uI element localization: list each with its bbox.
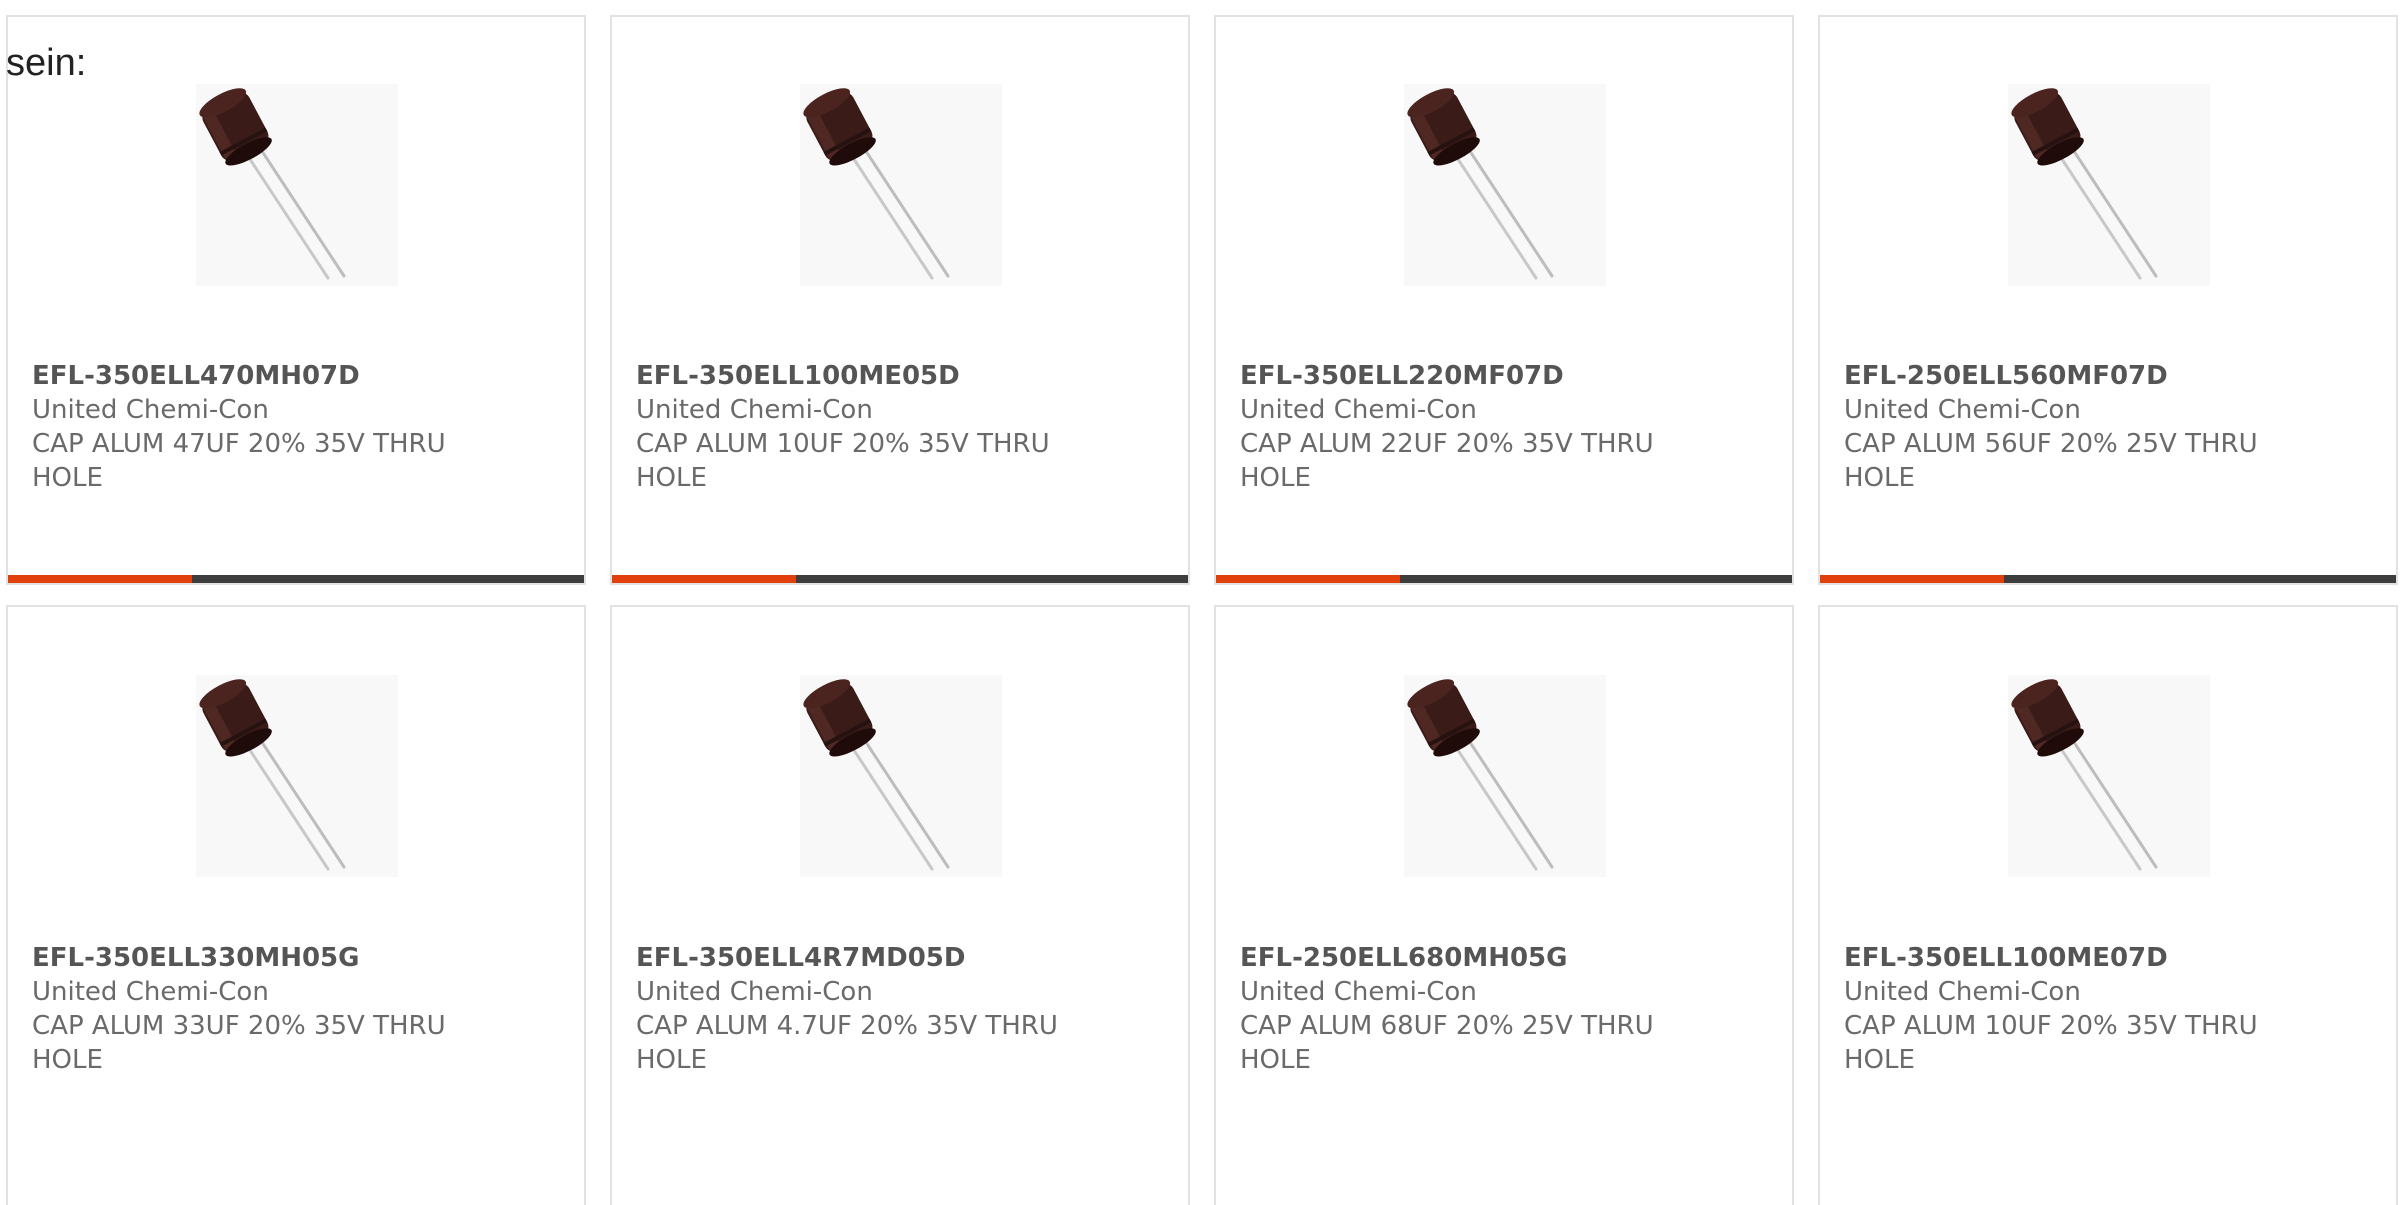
card-accent-bar-fill <box>1820 575 2005 583</box>
product-card[interactable]: EFL-350ELL4R7MD05D United Chemi-Con CAP … <box>610 605 1190 1205</box>
manufacturer-name: United Chemi-Con <box>636 395 873 425</box>
card-accent-bar-fill <box>612 575 797 583</box>
product-info: EFL-250ELL560MF07D United Chemi-Con CAP … <box>1844 359 2314 495</box>
prefix-text: sein: <box>6 42 87 84</box>
product-description: CAP ALUM 68UF 20% 25V THRU HOLE <box>1240 1011 1654 1075</box>
product-card[interactable]: EFL-350ELL470MH07D United Chemi-Con CAP … <box>6 15 586 585</box>
capacitor-image[interactable] <box>196 84 398 286</box>
product-card[interactable]: EFL-350ELL220MF07D United Chemi-Con CAP … <box>1214 15 1794 585</box>
product-description: CAP ALUM 56UF 20% 25V THRU HOLE <box>1844 429 2258 493</box>
product-description: CAP ALUM 47UF 20% 35V THRU HOLE <box>32 429 446 493</box>
part-number-link[interactable]: EFL-350ELL100ME07D <box>1844 941 2314 975</box>
product-info: EFL-250ELL680MH05G United Chemi-Con CAP … <box>1240 941 1710 1077</box>
part-number-link[interactable]: EFL-250ELL560MF07D <box>1844 359 2314 393</box>
manufacturer-name: United Chemi-Con <box>636 977 873 1007</box>
capacitor-image[interactable] <box>2008 84 2210 286</box>
card-accent-bar <box>1216 575 1792 583</box>
part-number-link[interactable]: EFL-350ELL330MH05G <box>32 941 502 975</box>
product-grid: EFL-350ELL470MH07D United Chemi-Con CAP … <box>0 0 2400 1205</box>
card-accent-bar <box>1820 575 2396 583</box>
capacitor-image[interactable] <box>1404 675 1606 877</box>
product-info: EFL-350ELL100ME05D United Chemi-Con CAP … <box>636 359 1106 495</box>
capacitor-image[interactable] <box>800 84 1002 286</box>
part-number-link[interactable]: EFL-350ELL220MF07D <box>1240 359 1710 393</box>
manufacturer-name: United Chemi-Con <box>1240 395 1477 425</box>
capacitor-image[interactable] <box>2008 675 2210 877</box>
part-number-link[interactable]: EFL-350ELL4R7MD05D <box>636 941 1106 975</box>
product-card[interactable]: EFL-350ELL100ME07D United Chemi-Con CAP … <box>1818 605 2398 1205</box>
product-description: CAP ALUM 33UF 20% 35V THRU HOLE <box>32 1011 446 1075</box>
card-accent-bar-fill <box>1216 575 1401 583</box>
capacitor-image[interactable] <box>196 675 398 877</box>
product-card[interactable]: EFL-250ELL560MF07D United Chemi-Con CAP … <box>1818 15 2398 585</box>
manufacturer-name: United Chemi-Con <box>32 395 269 425</box>
product-info: EFL-350ELL470MH07D United Chemi-Con CAP … <box>32 359 502 495</box>
product-description: CAP ALUM 4.7UF 20% 35V THRU HOLE <box>636 1011 1058 1075</box>
part-number-link[interactable]: EFL-350ELL100ME05D <box>636 359 1106 393</box>
manufacturer-name: United Chemi-Con <box>32 977 269 1007</box>
capacitor-image[interactable] <box>800 675 1002 877</box>
product-info: EFL-350ELL4R7MD05D United Chemi-Con CAP … <box>636 941 1106 1077</box>
product-card[interactable]: EFL-350ELL330MH05G United Chemi-Con CAP … <box>6 605 586 1205</box>
product-info: EFL-350ELL330MH05G United Chemi-Con CAP … <box>32 941 502 1077</box>
product-description: CAP ALUM 22UF 20% 35V THRU HOLE <box>1240 429 1654 493</box>
capacitor-image[interactable] <box>1404 84 1606 286</box>
product-info: EFL-350ELL220MF07D United Chemi-Con CAP … <box>1240 359 1710 495</box>
product-description: CAP ALUM 10UF 20% 35V THRU HOLE <box>636 429 1050 493</box>
card-accent-bar-fill <box>8 575 193 583</box>
product-info: EFL-350ELL100ME07D United Chemi-Con CAP … <box>1844 941 2314 1077</box>
card-accent-bar <box>8 575 584 583</box>
part-number-link[interactable]: EFL-350ELL470MH07D <box>32 359 502 393</box>
manufacturer-name: United Chemi-Con <box>1844 395 2081 425</box>
product-description: CAP ALUM 10UF 20% 35V THRU HOLE <box>1844 1011 2258 1075</box>
part-number-link[interactable]: EFL-250ELL680MH05G <box>1240 941 1710 975</box>
manufacturer-name: United Chemi-Con <box>1240 977 1477 1007</box>
card-accent-bar <box>612 575 1188 583</box>
product-card[interactable]: EFL-250ELL680MH05G United Chemi-Con CAP … <box>1214 605 1794 1205</box>
manufacturer-name: United Chemi-Con <box>1844 977 2081 1007</box>
product-card[interactable]: EFL-350ELL100ME05D United Chemi-Con CAP … <box>610 15 1190 585</box>
